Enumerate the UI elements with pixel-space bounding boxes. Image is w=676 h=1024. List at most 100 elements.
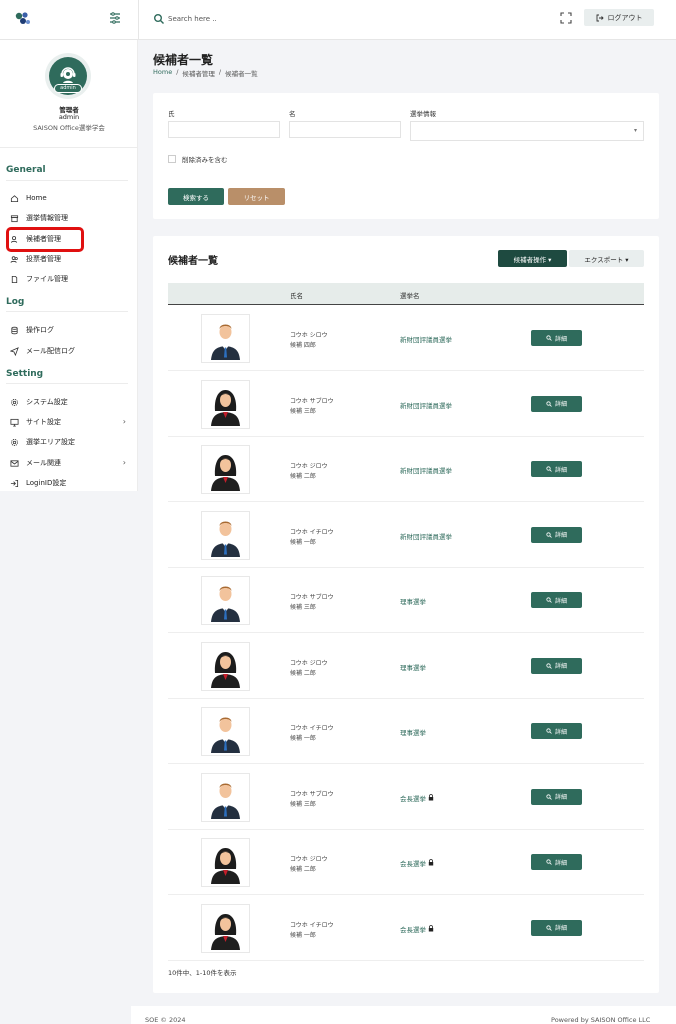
election-name[interactable]: 理事選挙	[400, 727, 426, 737]
candidate-photo	[201, 838, 250, 887]
sidebar-item-mail[interactable]: メール関連 ›	[10, 455, 128, 471]
sidebar-item-label: メール配信ログ	[26, 347, 75, 355]
topbar-divider	[138, 0, 139, 40]
sidebar-item-area-settings[interactable]: 選挙エリア設定	[10, 434, 128, 450]
search-icon	[546, 531, 552, 538]
election-name[interactable]: 会長選挙	[400, 858, 434, 868]
sidebar-item-mail-log[interactable]: メール配信ログ	[10, 343, 128, 359]
section-setting: Setting	[6, 369, 44, 379]
breadcrumb-candidates: 候補者管理	[182, 70, 215, 78]
election-name-text: 新財団評議員選挙	[400, 336, 452, 344]
sidebar-item-home[interactable]: Home	[10, 190, 128, 206]
first-name-label: 名	[289, 110, 296, 118]
detail-button[interactable]: 詳細	[531, 788, 582, 805]
sidebar-item-label: 投票者管理	[26, 255, 61, 263]
candidate-photo	[201, 903, 250, 953]
candidate-kana: コウホ イチロウ	[290, 921, 334, 929]
export-button[interactable]: エクスポート ▾	[569, 250, 644, 267]
search-icon	[154, 14, 164, 24]
include-deleted-checkbox[interactable]	[168, 155, 176, 163]
election-name-text: 理事選挙	[400, 663, 426, 672]
detail-label: 詳細	[554, 794, 567, 801]
fullscreen-icon[interactable]	[560, 12, 572, 24]
election-name[interactable]: 新財団評議員選挙	[400, 465, 452, 475]
detail-button[interactable]: 詳細	[531, 330, 582, 346]
election-name-text: 理事選挙	[400, 598, 426, 606]
table-row: コウホ ジロウ 候補 二郎 理事選挙 詳細	[168, 634, 644, 699]
first-name-input[interactable]	[289, 121, 401, 138]
app-logo-icon[interactable]	[14, 11, 32, 27]
page-title: 候補者一覧	[153, 53, 214, 67]
election-name[interactable]: 新財団評議員選挙	[400, 531, 452, 541]
sidebar-item-system-settings[interactable]: システム設定	[10, 394, 128, 410]
detail-button[interactable]: 詳細	[531, 395, 582, 412]
candidate-name: 候補 三郎	[290, 407, 316, 415]
menu-toggle-icon[interactable]	[108, 11, 122, 25]
detail-button[interactable]: 詳細	[531, 854, 582, 870]
election-name-text: 理事選挙	[400, 729, 426, 737]
election-name[interactable]: 会長選挙	[400, 924, 434, 934]
election-name[interactable]: 新財団評議員選挙	[400, 334, 452, 344]
search-icon	[546, 859, 552, 865]
table-row: コウホ イチロウ 候補 一郎 新財団評議員選挙 詳細	[168, 503, 644, 568]
breadcrumb-current: 候補者一覧	[225, 70, 258, 78]
election-name-text: 会長選挙	[400, 860, 426, 868]
detail-button[interactable]: 詳細	[531, 526, 582, 543]
search-input[interactable]	[168, 10, 368, 28]
election-name-text: 会長選挙	[400, 794, 426, 803]
sidebar-item-loginid[interactable]: LoginID設定	[10, 475, 128, 491]
sidebar-item-operation-log[interactable]: 操作ログ	[10, 322, 128, 338]
election-name[interactable]: 理事選挙	[400, 662, 426, 672]
last-name-input[interactable]	[168, 121, 280, 138]
candidate-name: 候補 三郎	[290, 800, 316, 808]
column-header-election[interactable]: 選挙名	[400, 290, 420, 300]
table-row: コウホ サブロウ 候補 三郎 理事選挙 詳細	[168, 568, 644, 633]
candidate-photo	[201, 576, 250, 625]
search-icon	[546, 400, 552, 407]
top-bar: ログアウト	[0, 0, 676, 40]
sidebar-item-label: サイト設定	[26, 418, 61, 426]
home-icon	[10, 194, 19, 202]
candidate-name: 候補 二郎	[290, 473, 316, 480]
lock-icon	[428, 793, 434, 800]
candidate-name: 候補 四郎	[290, 342, 316, 349]
detail-label: 詳細	[554, 466, 567, 474]
database-icon	[11, 326, 18, 334]
search-icon	[546, 466, 552, 472]
candidate-photo	[201, 772, 250, 822]
section-log: Log	[6, 297, 25, 307]
candidate-name: 候補 二郎	[290, 669, 316, 677]
user-name: admin	[58, 113, 80, 121]
search-button[interactable]: 検索する	[168, 188, 224, 205]
reset-button[interactable]: リセット	[228, 188, 285, 205]
election-name[interactable]: 新財団評議員選挙	[400, 400, 452, 410]
sidebar-item-voters[interactable]: 投票者管理	[10, 251, 128, 267]
detail-button[interactable]: 詳細	[531, 657, 582, 674]
detail-button[interactable]: 詳細	[531, 723, 582, 739]
sidebar-item-files[interactable]: ファイル管理	[10, 271, 128, 287]
election-name[interactable]: 会長選挙	[400, 793, 434, 803]
breadcrumb-home[interactable]: Home	[153, 68, 172, 78]
include-deleted-label: 削除済みを含む	[182, 156, 228, 164]
detail-label: 詳細	[554, 663, 567, 670]
election-name[interactable]: 理事選挙	[400, 596, 426, 606]
detail-button[interactable]: 詳細	[531, 592, 582, 608]
logout-button[interactable]: ログアウト	[584, 9, 654, 26]
sidebar-item-label: 選挙エリア設定	[26, 438, 75, 446]
highlight-box	[6, 227, 84, 252]
sidebar-item-site-settings[interactable]: サイト設定 ›	[10, 414, 128, 430]
candidate-ops-button[interactable]: 候補者操作 ▾	[498, 250, 567, 267]
sidebar-item-elections[interactable]: 選挙情報管理	[10, 210, 128, 226]
election-select[interactable]: ▾	[410, 121, 644, 141]
monitor-icon	[10, 418, 19, 427]
pagination-summary: 10件中、1-10件を表示	[168, 969, 237, 977]
sidebar: admin 管理者 admin SAISON Office選挙学会 Genera…	[0, 40, 138, 491]
detail-button[interactable]: 詳細	[531, 919, 582, 936]
election-name-text: 新財団評議員選挙	[400, 532, 452, 541]
lock-icon	[428, 859, 434, 866]
detail-label: 詳細	[554, 532, 567, 539]
table-row: コウホ サブロウ 候補 三郎 新財団評議員選挙 詳細	[168, 372, 644, 437]
column-header-name[interactable]: 氏名	[290, 290, 303, 300]
detail-button[interactable]: 詳細	[531, 461, 582, 477]
chevron-right-icon: ›	[122, 458, 126, 467]
